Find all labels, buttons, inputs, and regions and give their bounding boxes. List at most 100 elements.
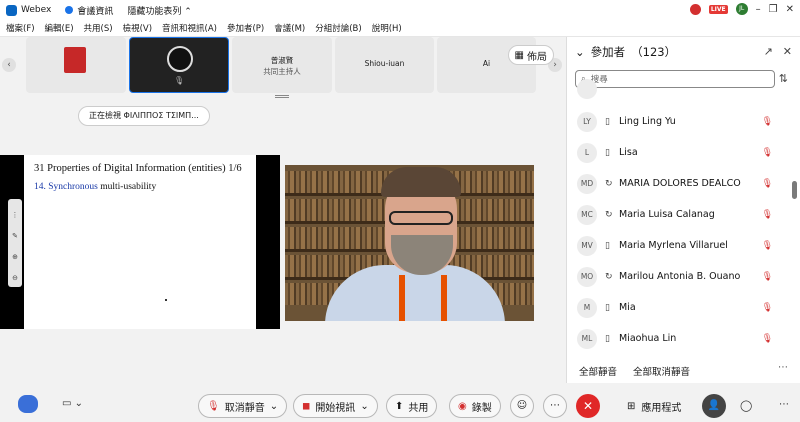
muted-mic-icon[interactable]: 🎙 (762, 334, 773, 344)
seal-avatar-icon (64, 47, 86, 73)
minimize-icon[interactable]: – (756, 4, 761, 15)
more-options-button[interactable]: ⋯ (543, 394, 567, 418)
muted-mic-icon[interactable]: 🎙 (762, 241, 773, 251)
muted-mic-icon[interactable]: 🎙 (762, 272, 773, 282)
hide-toolbar-button[interactable]: 隱藏功能表列 ⌃ (127, 4, 191, 17)
menu-participant[interactable]: 參加者(P) (227, 22, 264, 34)
muted-mic-icon[interactable]: 🎙 (762, 117, 773, 127)
thumbnail-name: Shiou-iuan (364, 59, 405, 68)
resize-handle[interactable] (275, 95, 289, 98)
more-options-icon[interactable]: ⋯ (778, 362, 788, 373)
captions-button[interactable]: ▭ ⌄ (62, 398, 83, 409)
annotation-toolbar[interactable]: ⋮ ✎ ⊕ ⊖ (8, 199, 22, 287)
participant-name: Maria Luisa Calanag (619, 209, 715, 220)
shared-document: 31 Properties of Digital Information (en… (24, 155, 256, 329)
meeting-info-button[interactable]: 會議資訊 (65, 4, 113, 17)
muted-mic-icon[interactable]: 🎙 (762, 210, 773, 220)
zoom-in-icon[interactable]: ⊕ (8, 247, 22, 268)
unmute-button[interactable]: 🎙 取消靜音 ⌄ (198, 394, 288, 418)
mute-all-button[interactable]: 全部靜音 (579, 364, 617, 378)
scrollbar-thumb[interactable] (792, 181, 797, 199)
chevron-up-icon: ⌃ (184, 6, 192, 17)
list-item[interactable]: MD ↻ MARIA DOLORES DEALCO 🎙 (567, 168, 793, 199)
user-avatar[interactable]: JL (735, 3, 748, 15)
document-heading: 31 Properties of Digital Information (en… (34, 163, 242, 174)
panel-scrollbar[interactable] (792, 97, 797, 357)
list-item[interactable]: MC ↻ Maria Luisa Calanag 🎙 (567, 199, 793, 230)
video-thumbnail[interactable]: 🎙 (129, 37, 229, 93)
menu-file[interactable]: 檔案(F) (6, 22, 35, 34)
menu-meeting[interactable]: 會議(M) (274, 22, 305, 34)
share-screen-icon: ⬆ (395, 400, 404, 412)
document-item: 14. Synchronous multi-usability (34, 182, 246, 192)
menu-audio-video[interactable]: 音訊和視訊(A) (162, 22, 217, 34)
more-panels-button[interactable]: ⋯ (779, 399, 789, 410)
phone-icon: ▯ (605, 116, 610, 127)
meeting-controls: ▭ ⌄ 🎙 取消靜音 ⌄ ◼ 開始視訊 ⌄ ⬆ 共用 ◉ 錄製 ☺ ⋯ ✕ ⊞ … (0, 383, 800, 422)
popout-icon[interactable]: ↗ (764, 45, 773, 58)
muted-mic-icon[interactable]: 🎙 (762, 179, 773, 189)
menu-share[interactable]: 共用(S) (84, 22, 113, 34)
participant-search-input[interactable]: ⌕ 搜尋 (575, 70, 775, 88)
live-badge: LIVE (708, 4, 728, 14)
pointer-icon[interactable]: ✎ (8, 226, 22, 247)
sync-icon: ↻ (605, 178, 613, 189)
speaker-glasses (389, 211, 453, 225)
chat-button[interactable]: ◯ (740, 399, 752, 412)
record-icon: ◉ (458, 400, 467, 412)
participants-toggle-button[interactable]: 👤 (702, 394, 726, 418)
apps-grid-icon: ⊞ (627, 401, 636, 412)
muted-mic-icon[interactable]: 🎙 (762, 303, 773, 313)
video-thumbnail[interactable]: 曾淑賢 共同主持人 (232, 37, 332, 93)
record-button[interactable]: ◉ 錄製 (449, 394, 501, 418)
restore-icon[interactable]: ❐ (769, 4, 778, 15)
menu-breakout[interactable]: 分組討論(B) (315, 22, 361, 34)
assistant-bot-icon[interactable] (18, 395, 38, 413)
reactions-button[interactable]: ☺ (510, 394, 534, 418)
phone-icon: ▯ (605, 240, 610, 251)
list-item[interactable]: MO ↻ Marilou Antonia B. Ouano 🎙 (567, 261, 793, 292)
list-item[interactable]: LY ▯ Ling Ling Yu 🎙 (567, 106, 793, 137)
close-panel-icon[interactable]: ✕ (783, 45, 792, 58)
menu-view[interactable]: 檢視(V) (123, 22, 152, 34)
list-item[interactable]: ML ▯ Miaohua Lin 🎙 (567, 323, 793, 354)
meeting-stage: ‹ 🎙 曾淑賢 共同主持人 Shiou-iuan Ai › ▦ 佈局 正在檢視 … (0, 37, 566, 383)
lanyard (399, 275, 405, 321)
list-item[interactable]: M ▯ Mia 🎙 (567, 292, 793, 323)
start-video-button[interactable]: ◼ 開始視訊 ⌄ (293, 394, 378, 418)
participants-header[interactable]: ⌄ 參加者 （123） (575, 44, 676, 60)
avatar: MC (577, 204, 597, 225)
chevron-down-icon: ⌄ (74, 398, 84, 409)
share-button[interactable]: ⬆ 共用 (386, 394, 438, 418)
shared-content: ⋮ ✎ ⊕ ⊖ 31 Properties of Digital Informa… (0, 155, 280, 329)
phone-icon: ▯ (605, 302, 610, 313)
muted-mic-icon[interactable]: 🎙 (762, 148, 773, 158)
toolbar-grip-icon[interactable]: ⋮ (8, 205, 22, 226)
title-bar: Webex 會議資訊 隱藏功能表列 ⌃ LIVE JL – ❐ ✕ (0, 0, 800, 20)
chevron-down-icon: ⌄ (360, 400, 369, 412)
avatar: M (577, 297, 597, 318)
apps-button[interactable]: ⊞ 應用程式 (627, 399, 681, 414)
layout-button[interactable]: ▦ 佈局 (507, 45, 554, 65)
avatar: MO (577, 266, 597, 287)
participant-name: Mia (619, 302, 636, 313)
menu-help[interactable]: 說明(H) (372, 22, 402, 34)
thumbnails-prev-button[interactable]: ‹ (2, 58, 16, 72)
close-icon[interactable]: ✕ (786, 4, 794, 15)
apps-label: 應用程式 (641, 403, 682, 414)
chevron-down-icon[interactable]: ⌄ (575, 45, 585, 59)
video-thumbnail[interactable] (26, 37, 126, 93)
list-item[interactable]: L ▯ Lisa 🎙 (567, 137, 793, 168)
speaker-hair (381, 167, 461, 197)
video-thumbnail[interactable]: Shiou-iuan (335, 37, 434, 93)
avatar (577, 79, 597, 99)
viewing-indicator[interactable]: 正在檢視 ΦΙΛΙΠΠΟΣ ΤΣΙΜΠ... (78, 106, 210, 126)
zoom-out-icon[interactable]: ⊖ (8, 268, 22, 289)
speaker-video[interactable] (285, 165, 534, 321)
list-item[interactable]: MV ▯ Maria Myrlena Villaruel 🎙 (567, 230, 793, 261)
leave-meeting-button[interactable]: ✕ (576, 394, 600, 418)
menu-edit[interactable]: 編輯(E) (45, 22, 74, 34)
sort-icon[interactable]: ⇅ (779, 72, 788, 85)
unmute-all-button[interactable]: 全部取消靜音 (633, 364, 690, 378)
menu-bar: 檔案(F) 編輯(E) 共用(S) 檢視(V) 音訊和視訊(A) 參加者(P) … (0, 20, 800, 37)
